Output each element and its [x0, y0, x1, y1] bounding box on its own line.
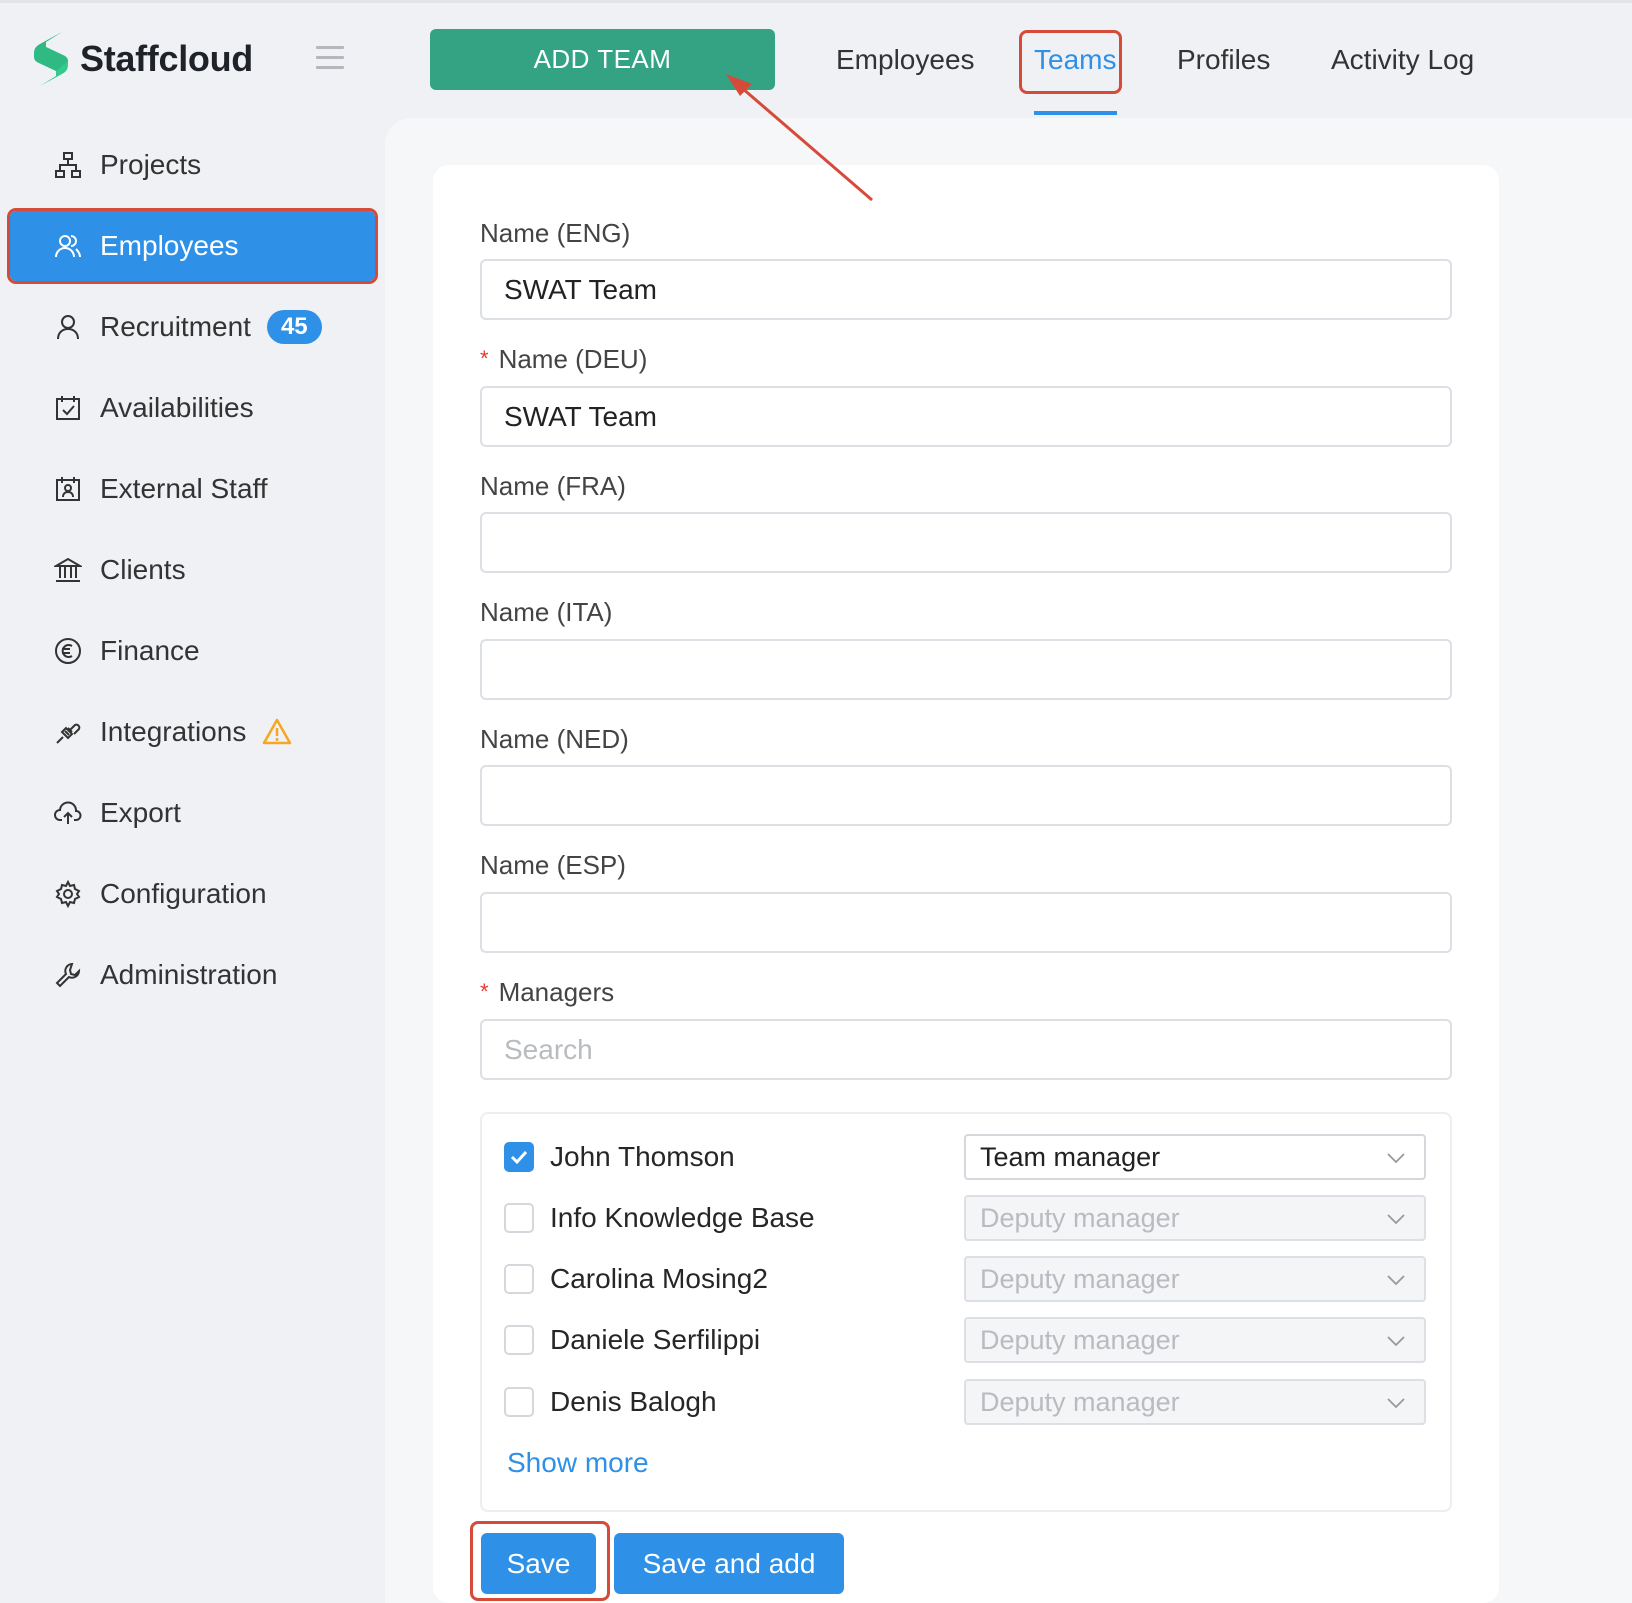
tab-employees[interactable]: Employees: [836, 40, 975, 80]
sidebar-item-label: Finance: [100, 635, 200, 666]
name-esp-field[interactable]: [480, 892, 1452, 953]
sidebar-item-clients[interactable]: Clients: [10, 535, 375, 605]
bank-icon: [52, 554, 84, 586]
name-eng-label: Name (ENG): [480, 218, 631, 248]
manager-row: Info Knowledge Base Deputy manager: [504, 1194, 1428, 1242]
wrench-icon: [52, 959, 84, 991]
manager-name: Info Knowledge Base: [550, 1202, 815, 1233]
manager-role-select[interactable]: Deputy manager: [964, 1195, 1426, 1241]
required-mark: *: [480, 979, 489, 1004]
calendar-user-icon: [52, 473, 84, 505]
sidebar-item-label: Export: [100, 797, 181, 828]
manager-row: Carolina Mosing2 Deputy manager: [504, 1255, 1428, 1303]
manager-name: Denis Balogh: [550, 1386, 717, 1417]
chevron-down-icon: [1387, 1336, 1405, 1347]
manager-row: John Thomson Team manager: [504, 1133, 1428, 1181]
save-and-add-button[interactable]: Save and add: [614, 1533, 844, 1594]
role-value: Team manager: [980, 1141, 1161, 1172]
manager-checkbox[interactable]: [504, 1325, 534, 1355]
sidebar-item-label: External Staff: [100, 473, 268, 504]
sidebar-item-recruitment[interactable]: Recruitment 45: [10, 292, 375, 362]
manager-checkbox[interactable]: [504, 1264, 534, 1294]
manager-checkbox[interactable]: [504, 1387, 534, 1417]
manager-name: Carolina Mosing2: [550, 1263, 768, 1294]
sidebar-item-label: Administration: [100, 959, 278, 990]
sidebar-item-projects[interactable]: Projects: [10, 130, 375, 200]
sidebar-item-export[interactable]: Export: [10, 778, 375, 848]
manager-row: Daniele Serfilippi Deputy manager: [504, 1316, 1428, 1364]
name-ned-label: Name (NED): [480, 724, 629, 754]
app-name: Staffcloud: [80, 38, 253, 79]
show-more-link[interactable]: Show more: [507, 1447, 649, 1479]
calendar-check-icon: [52, 392, 84, 424]
role-value: Deputy manager: [980, 1263, 1180, 1294]
name-deu-field[interactable]: SWAT Team: [480, 386, 1452, 447]
managers-search-input[interactable]: Search: [480, 1019, 1452, 1080]
add-team-button[interactable]: ADD TEAM: [430, 29, 775, 90]
tab-profiles[interactable]: Profiles: [1177, 40, 1270, 80]
user-icon: [52, 311, 84, 343]
chevron-down-icon: [1387, 1214, 1405, 1225]
sidebar-item-availabilities[interactable]: Availabilities: [10, 373, 375, 443]
manager-row: Denis Balogh Deputy manager: [504, 1378, 1428, 1426]
sidebar-item-integrations[interactable]: Integrations: [10, 697, 375, 767]
sidebar-item-label: Clients: [100, 554, 186, 585]
sidebar-item-configuration[interactable]: Configuration: [10, 859, 375, 929]
name-ita-field[interactable]: [480, 639, 1452, 700]
chevron-down-icon: [1387, 1398, 1405, 1409]
manager-role-select[interactable]: Deputy manager: [964, 1256, 1426, 1302]
manager-name: John Thomson: [550, 1141, 735, 1172]
sitemap-icon: [52, 149, 84, 181]
manager-role-select[interactable]: Deputy manager: [964, 1379, 1426, 1425]
recruitment-count-badge: 45: [266, 310, 322, 344]
manager-role-select[interactable]: Team manager: [964, 1134, 1426, 1180]
sidebar-item-label: Availabilities: [100, 392, 254, 423]
sidebar-item-label: Integrations: [100, 716, 247, 747]
manager-checkbox[interactable]: [504, 1203, 534, 1233]
managers-label: * Managers: [480, 977, 615, 1007]
app-logo[interactable]: Staffcloud: [32, 30, 253, 88]
manager-name: Daniele Serfilippi: [550, 1324, 761, 1355]
name-fra-field[interactable]: [480, 512, 1452, 573]
sidebar-item-external-staff[interactable]: External Staff: [10, 454, 375, 524]
employees-icon: [52, 230, 84, 262]
name-fra-label: Name (FRA): [480, 471, 626, 501]
staffcloud-logo-icon: [34, 32, 68, 86]
role-value: Deputy manager: [980, 1202, 1180, 1233]
role-value: Deputy manager: [980, 1324, 1180, 1355]
name-eng-field[interactable]: SWAT Team: [480, 259, 1452, 320]
checkmark-icon: [510, 1150, 528, 1165]
save-button-highlight: [470, 1521, 610, 1601]
euro-icon: [52, 635, 84, 667]
sidebar-item-label: Configuration: [100, 878, 267, 909]
chevron-down-icon: [1387, 1153, 1405, 1164]
top-border: [0, 0, 1632, 3]
sidebar-item-label: Projects: [100, 149, 202, 180]
role-value: Deputy manager: [980, 1386, 1180, 1417]
sidebar-item-label: Recruitment: [100, 311, 251, 342]
teams-tab-highlight: [1019, 30, 1122, 94]
gear-icon: [52, 878, 84, 910]
warning-icon: [263, 718, 292, 745]
manager-role-select[interactable]: Deputy manager: [964, 1317, 1426, 1363]
cloud-upload-icon: [52, 797, 84, 829]
name-ned-field[interactable]: [480, 765, 1452, 826]
tab-activity-log[interactable]: Activity Log: [1331, 40, 1474, 80]
name-esp-label: Name (ESP): [480, 850, 626, 880]
required-mark: *: [480, 346, 489, 371]
menu-toggle-icon[interactable]: [316, 46, 344, 70]
name-ita-label: Name (ITA): [480, 597, 613, 627]
sidebar-item-label: Employees: [100, 230, 239, 261]
manager-checkbox[interactable]: [504, 1142, 534, 1172]
sidebar-item-administration[interactable]: Administration: [10, 940, 375, 1010]
name-deu-label: * Name (DEU): [480, 344, 648, 374]
active-tab-indicator: [1034, 111, 1117, 115]
sidebar-item-employees[interactable]: Employees: [7, 208, 378, 284]
chevron-down-icon: [1387, 1275, 1405, 1286]
plug-icon: [52, 716, 84, 748]
sidebar-item-finance[interactable]: Finance: [10, 616, 375, 686]
